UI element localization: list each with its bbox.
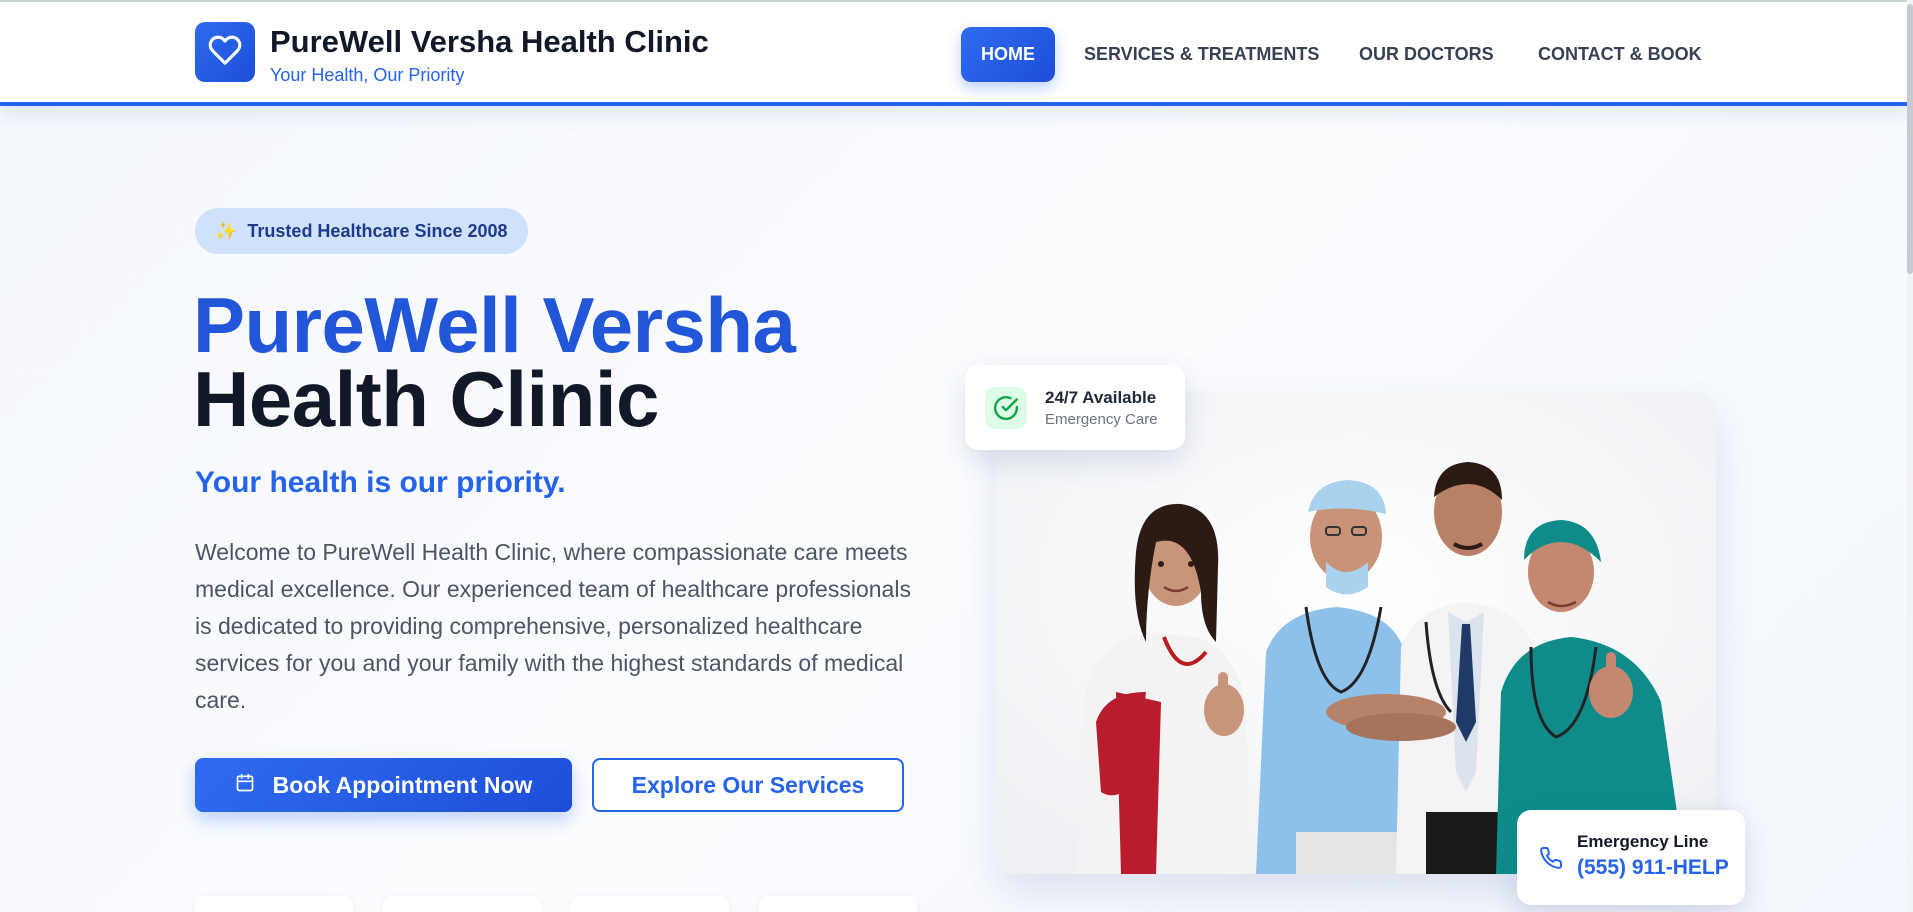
stat-card — [571, 896, 729, 912]
nav-our-doctors[interactable]: OUR DOCTORS — [1359, 27, 1494, 82]
check-circle-icon — [985, 387, 1027, 429]
scrollbar-thumb[interactable] — [1907, 4, 1913, 274]
badge-text: Trusted Healthcare Since 2008 — [247, 220, 508, 241]
emergency-phone[interactable]: (555) 911-HELP — [1577, 856, 1729, 880]
sparkle-icon: ✨ — [215, 220, 238, 241]
emergency-card[interactable]: Emergency Line (555) 911-HELP — [1517, 810, 1745, 905]
heart-icon — [207, 33, 243, 72]
hero-title-line-2: Health Clinic — [193, 355, 659, 443]
page-scrollbar[interactable] — [1907, 0, 1913, 912]
site-header: PureWell Versha Health Clinic Your Healt… — [0, 0, 1913, 106]
nav-contact-book[interactable]: CONTACT & BOOK — [1538, 27, 1702, 82]
explore-services-button[interactable]: Explore Our Services — [592, 758, 904, 812]
hero-image — [996, 392, 1716, 874]
brand-name[interactable]: PureWell Versha Health Clinic — [270, 24, 709, 60]
stat-card — [383, 896, 541, 912]
hero-description: Welcome to PureWell Health Clinic, where… — [195, 539, 911, 713]
book-appointment-label: Book Appointment Now — [272, 771, 533, 798]
availability-subtitle: Emergency Care — [1045, 411, 1158, 428]
nav-services-treatments[interactable]: SERVICES & TREATMENTS — [1084, 27, 1319, 82]
brand-tagline: Your Health, Our Priority — [270, 65, 465, 85]
stat-card — [759, 896, 917, 912]
logo[interactable] — [195, 22, 255, 82]
availability-title: 24/7 Available — [1045, 388, 1157, 407]
nav-home[interactable]: HOME — [961, 27, 1055, 82]
phone-icon — [1537, 844, 1565, 872]
calendar-icon — [235, 772, 255, 799]
stat-card — [195, 896, 353, 912]
emergency-title: Emergency Line — [1577, 832, 1709, 851]
book-appointment-button[interactable]: Book Appointment Now — [195, 758, 572, 812]
medical-team-illustration — [996, 392, 1716, 874]
trusted-badge: ✨ Trusted Healthcare Since 2008 — [195, 208, 528, 254]
availability-card: 24/7 Available Emergency Care — [965, 365, 1185, 450]
hero-subtitle: Your health is our priority. — [195, 466, 566, 499]
